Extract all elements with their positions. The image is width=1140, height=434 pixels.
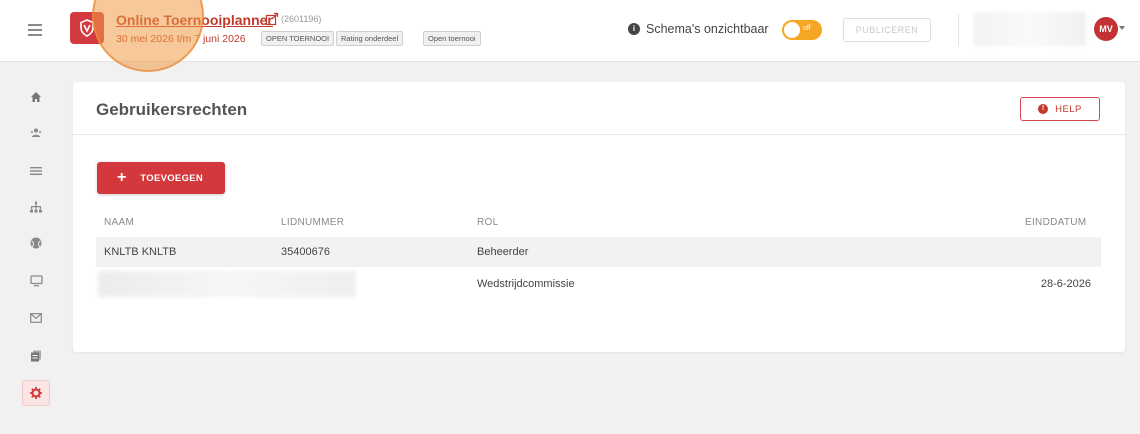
mail-icon: [30, 313, 42, 323]
badge-rating-onderdeel: Rating onderdeel: [336, 31, 404, 46]
users-icon: [30, 128, 42, 137]
help-button[interactable]: ! HELP: [1020, 97, 1100, 121]
badge-open-toernooi-type: Open toernooi: [423, 31, 481, 46]
toggle-knob: [784, 22, 800, 38]
monitor-icon: [29, 275, 43, 287]
help-icon: !: [1038, 104, 1049, 114]
user-name-redacted: [974, 12, 1086, 46]
column-header-lidnummer: LIDNUMMER: [281, 217, 345, 228]
tournament-id: (2601196): [281, 14, 322, 24]
user-rights-card: Gebruikersrechten ! HELP + TOEVOEGEN NAA…: [73, 82, 1125, 352]
add-user-button-label: TOEVOEGEN: [140, 172, 204, 184]
sidebar-item-display[interactable]: [22, 268, 50, 294]
table-row[interactable]: KNLTB KNLTB 35400676 Beheerder: [96, 237, 1101, 267]
cell-lidnummer: 35400676: [281, 246, 330, 258]
sidebar-item-players[interactable]: [22, 120, 50, 146]
home-icon: [31, 92, 41, 102]
column-header-einddatum: EINDDATUM: [1025, 217, 1087, 228]
documents-icon: [31, 350, 41, 362]
cell-einddatum: 28-6-2026: [1040, 278, 1091, 290]
cell-naam: KNLTB KNLTB: [104, 246, 177, 258]
sidebar: [0, 62, 72, 434]
toggle-state-label: off: [803, 25, 811, 32]
badge-open-toernooi: OPEN TOERNOOI: [261, 31, 335, 46]
schema-visibility-label: Schema's onzichtbaar: [646, 22, 769, 36]
sidebar-item-matches[interactable]: [22, 230, 50, 256]
sidebar-item-documents[interactable]: [22, 343, 50, 369]
help-button-label: HELP: [1055, 103, 1082, 115]
page-title: Gebruikersrechten: [96, 100, 248, 119]
sidebar-item-mail[interactable]: [22, 305, 50, 331]
top-bar: Online Toernooiplanner (2601196) 30 mei …: [0, 0, 1140, 72]
list-icon: [30, 167, 42, 175]
click-highlight: [92, 0, 204, 72]
sidebar-item-events[interactable]: [22, 158, 50, 184]
table-row[interactable]: Wedstrijdcommissie 28-6-2026: [96, 269, 1101, 299]
sidebar-item-settings[interactable]: [22, 380, 50, 406]
gear-icon: [30, 387, 42, 399]
cell-rol: Beheerder: [477, 246, 529, 258]
chevron-down-icon[interactable]: [1119, 26, 1125, 30]
sidebar-item-draws[interactable]: [22, 194, 50, 220]
menu-icon[interactable]: [28, 24, 42, 36]
add-user-button[interactable]: + TOEVOEGEN: [97, 162, 225, 194]
info-icon: i: [628, 23, 640, 35]
sidebar-item-home[interactable]: [22, 84, 50, 110]
cell-rol: Wedstrijdcommissie: [477, 278, 575, 290]
publish-button[interactable]: PUBLICEREN: [843, 18, 931, 42]
ball-icon: [30, 237, 42, 249]
schema-visibility-toggle[interactable]: off: [782, 20, 822, 40]
header-divider: [958, 14, 959, 46]
hierarchy-icon: [30, 201, 42, 213]
column-header-rol: ROL: [477, 217, 499, 228]
card-divider: [73, 134, 1125, 135]
external-link-icon[interactable]: [265, 12, 279, 26]
column-header-naam: NAAM: [104, 217, 135, 228]
plus-icon: +: [117, 169, 127, 186]
redacted-name: [98, 271, 356, 297]
user-avatar[interactable]: MV: [1094, 17, 1118, 41]
